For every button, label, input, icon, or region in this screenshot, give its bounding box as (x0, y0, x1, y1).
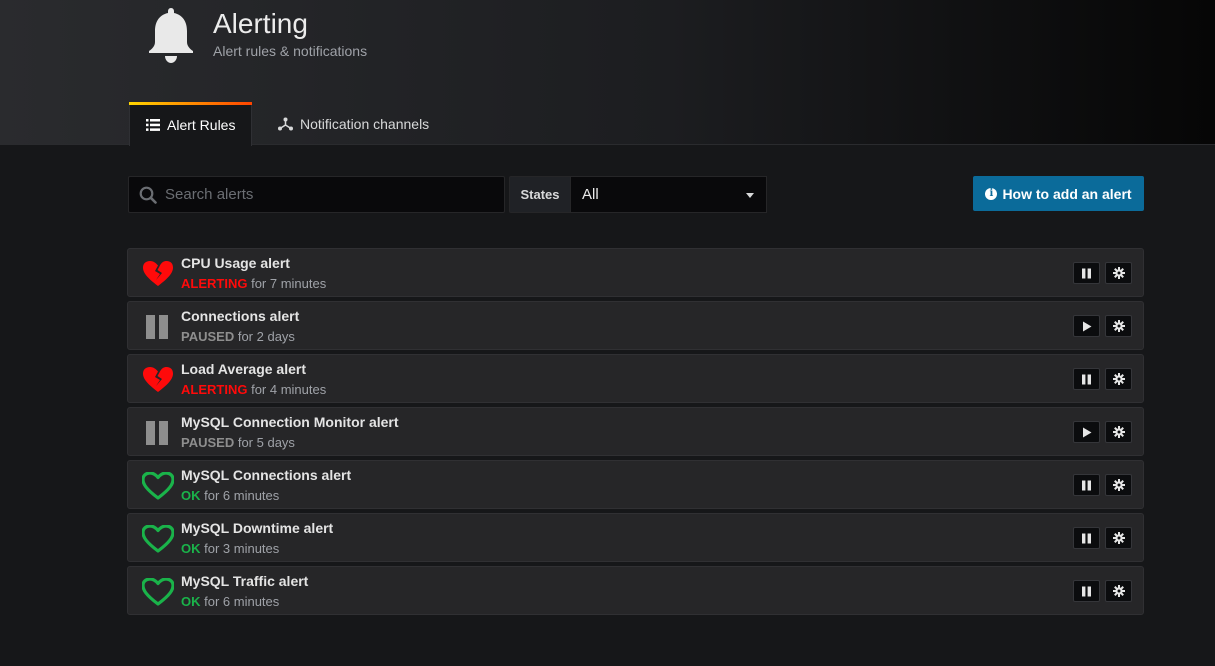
alert-rule-item: Connections alert PAUSED for 2 days (127, 301, 1144, 350)
search-input[interactable] (165, 186, 485, 203)
broken-heart-icon (142, 366, 174, 394)
gear-icon (1112, 320, 1125, 332)
states-label: States (509, 176, 571, 213)
edit-alert-button[interactable] (1105, 368, 1132, 390)
alert-state-label: OK (181, 488, 201, 503)
alert-state-duration: for 4 minutes (251, 382, 327, 397)
alert-state-duration: for 3 minutes (204, 541, 280, 556)
info-circle-icon: i (985, 187, 998, 200)
edit-alert-button[interactable] (1105, 527, 1132, 549)
edit-alert-button[interactable] (1105, 421, 1132, 443)
gear-icon (1112, 267, 1125, 279)
pause-icon (142, 419, 174, 447)
alert-rule-state-line: ALERTING for 7 minutes (181, 276, 326, 291)
states-select[interactable]: All (571, 176, 767, 213)
page-title: Alerting (213, 8, 308, 39)
states-selected-value: All (582, 186, 599, 203)
gear-icon (1112, 585, 1125, 597)
alert-rule-name[interactable]: MySQL Downtime alert (181, 520, 333, 536)
alert-rule-item: MySQL Connection Monitor alert PAUSED fo… (127, 407, 1144, 456)
search-box (128, 176, 505, 213)
bell-icon (149, 8, 193, 63)
how-to-add-alert-label: How to add an alert (1002, 185, 1132, 202)
edit-alert-button[interactable] (1105, 580, 1132, 602)
alert-state-label: PAUSED (181, 435, 235, 450)
pause-alert-button[interactable] (1073, 580, 1100, 602)
alert-state-duration: for 6 minutes (204, 594, 280, 609)
alert-state-label: OK (181, 541, 201, 556)
alert-rule-name[interactable]: MySQL Traffic alert (181, 573, 308, 589)
tab-label: Alert Rules (167, 116, 236, 133)
broken-heart-icon (142, 260, 174, 288)
edit-alert-button[interactable] (1105, 262, 1132, 284)
alert-rule-state-line: OK for 6 minutes (181, 594, 279, 609)
alert-list: CPU Usage alert ALERTING for 7 minutes C… (127, 248, 1144, 619)
heart-icon (141, 577, 175, 606)
edit-alert-button[interactable] (1105, 474, 1132, 496)
alert-state-duration: for 6 minutes (204, 488, 280, 503)
alert-state-duration: for 5 days (237, 435, 295, 450)
resume-alert-button[interactable] (1073, 315, 1100, 337)
resume-alert-button[interactable] (1073, 421, 1100, 443)
pause-alert-button[interactable] (1073, 527, 1100, 549)
play-icon (1081, 321, 1092, 332)
tab-label: Notification channels (300, 116, 430, 132)
heart-icon (141, 524, 175, 553)
pause-icon (1081, 533, 1092, 544)
chevron-down-icon (746, 193, 754, 198)
tab-notification-channels[interactable]: Notification channels (278, 102, 429, 146)
pause-icon (1081, 268, 1092, 279)
alert-state-duration: for 7 minutes (251, 276, 327, 291)
alert-rule-state-line: OK for 3 minutes (181, 541, 279, 556)
alert-rule-state-line: ALERTING for 4 minutes (181, 382, 326, 397)
gear-icon (1112, 373, 1125, 385)
search-icon (139, 186, 157, 204)
alert-rule-state-line: PAUSED for 2 days (181, 329, 295, 344)
pause-icon (1081, 480, 1092, 491)
pause-icon (1081, 374, 1092, 385)
alert-rule-state-line: OK for 6 minutes (181, 488, 279, 503)
pause-alert-button[interactable] (1073, 474, 1100, 496)
alert-rule-name[interactable]: MySQL Connections alert (181, 467, 351, 483)
alert-state-label: ALERTING (181, 382, 248, 397)
alert-rule-state-line: PAUSED for 5 days (181, 435, 295, 450)
pause-icon (1081, 586, 1092, 597)
gear-icon (1112, 532, 1125, 544)
gear-icon (1112, 426, 1125, 438)
alert-state-label: OK (181, 594, 201, 609)
edit-alert-button[interactable] (1105, 315, 1132, 337)
alert-state-label: ALERTING (181, 276, 248, 291)
how-to-add-alert-button[interactable]: i How to add an alert (973, 176, 1144, 211)
alert-rule-name[interactable]: Load Average alert (181, 361, 306, 377)
pause-icon (142, 313, 174, 341)
play-icon (1081, 427, 1092, 438)
network-icon (278, 117, 293, 131)
tab-alert-rules[interactable]: Alert Rules (129, 102, 252, 146)
alert-rule-name[interactable]: CPU Usage alert (181, 255, 290, 271)
pause-alert-button[interactable] (1073, 262, 1100, 284)
alert-rule-item: MySQL Connections alert OK for 6 minutes (127, 460, 1144, 509)
alert-state-label: PAUSED (181, 329, 235, 344)
alert-rule-item: MySQL Traffic alert OK for 6 minutes (127, 566, 1144, 615)
page-subtitle: Alert rules & notifications (213, 43, 368, 59)
heart-icon (141, 471, 175, 500)
gear-icon (1112, 479, 1125, 491)
alert-state-duration: for 2 days (237, 329, 295, 344)
alert-rule-item: CPU Usage alert ALERTING for 7 minutes (127, 248, 1144, 297)
page-header: Alerting Alert rules & notifications Ale… (0, 0, 1215, 146)
list-icon (146, 118, 160, 131)
pause-alert-button[interactable] (1073, 368, 1100, 390)
alert-rule-item: MySQL Downtime alert OK for 3 minutes (127, 513, 1144, 562)
alert-rule-item: Load Average alert ALERTING for 4 minute… (127, 354, 1144, 403)
alert-rule-name[interactable]: MySQL Connection Monitor alert (181, 414, 399, 430)
alert-rule-name[interactable]: Connections alert (181, 308, 299, 324)
